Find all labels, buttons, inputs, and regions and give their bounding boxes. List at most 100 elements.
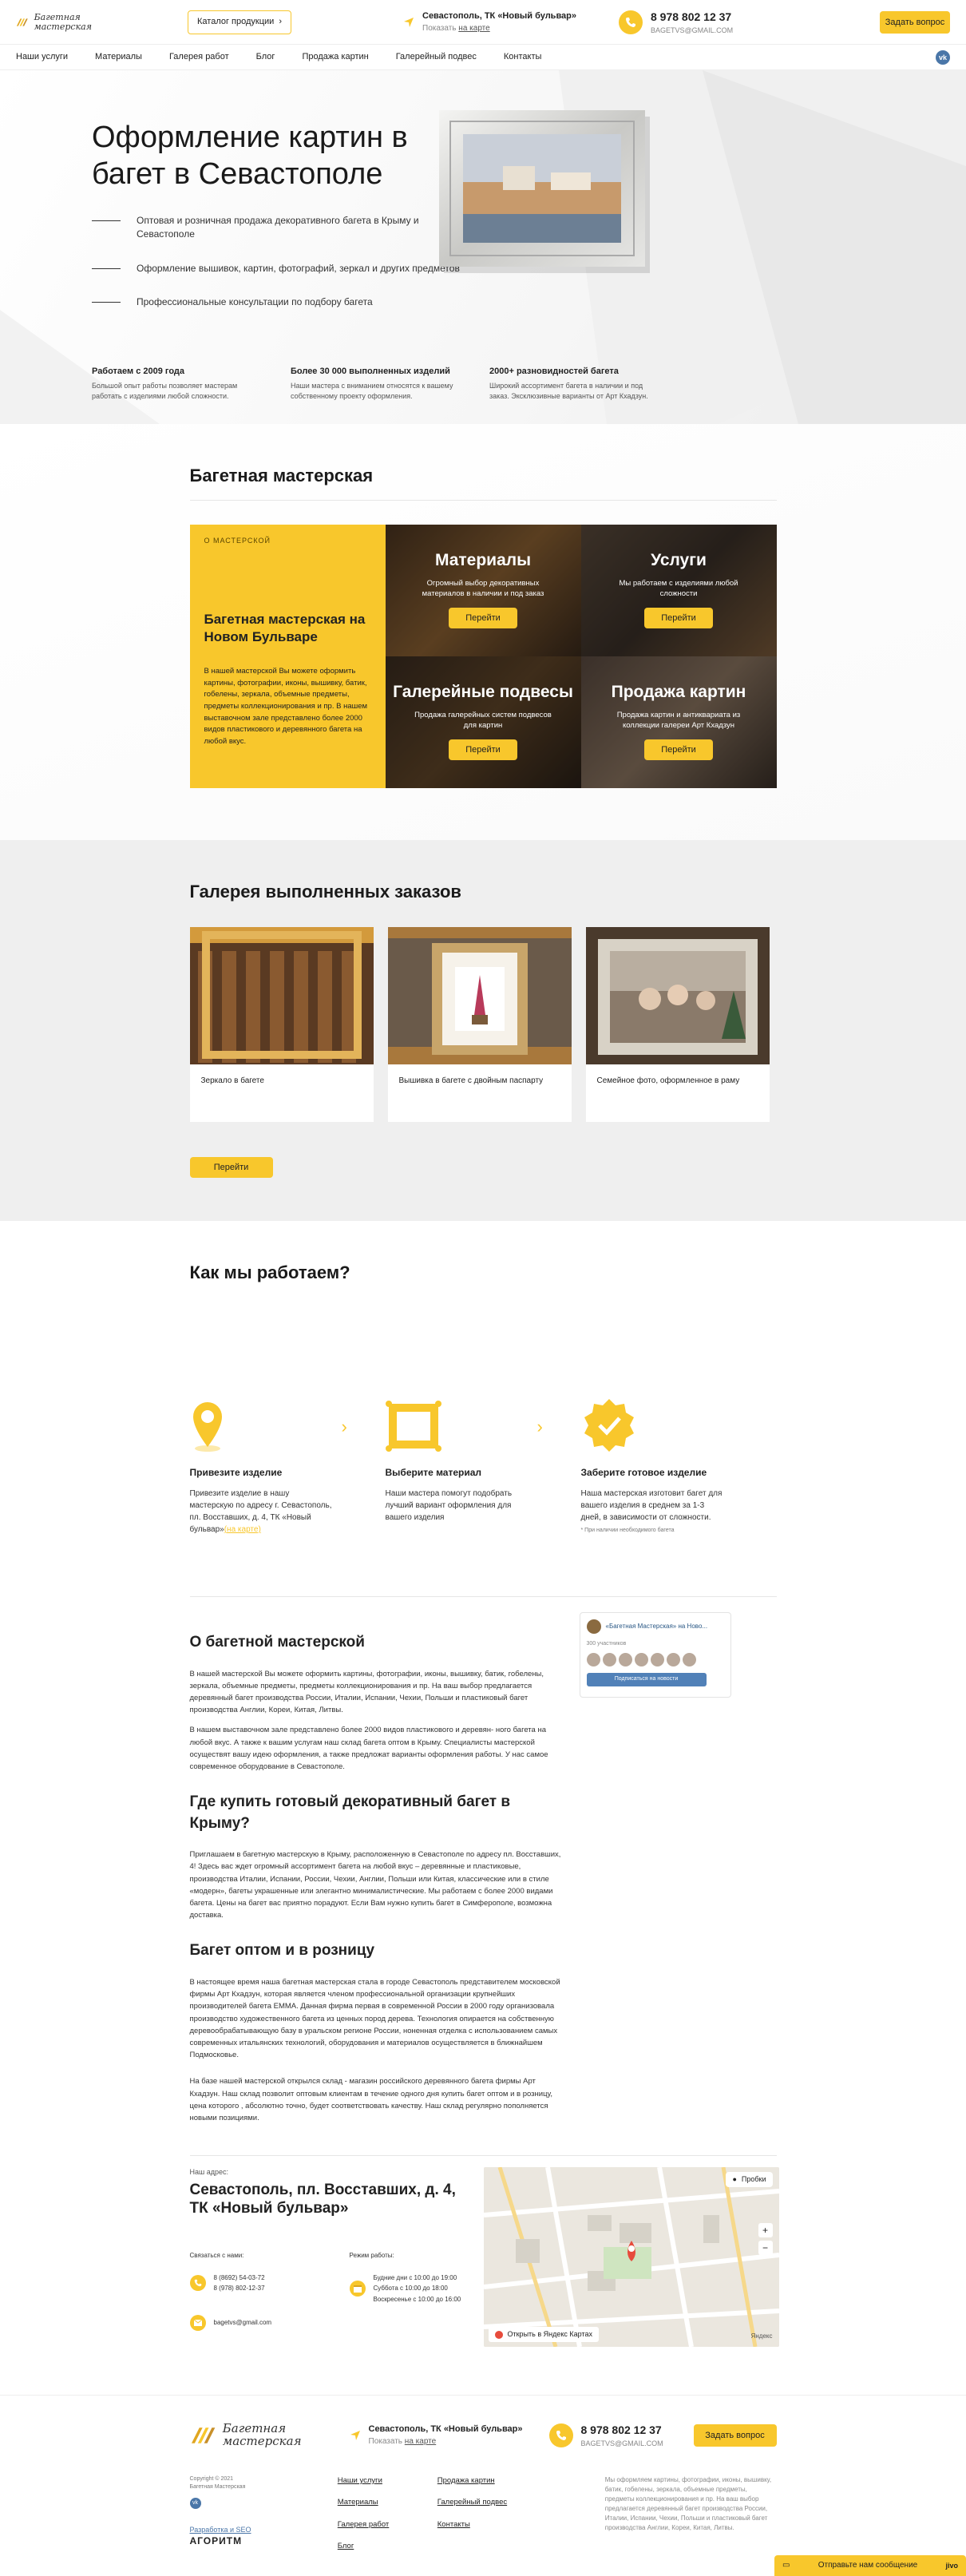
- hero-stat: Работаем с 2009 года Большой опыт работы …: [92, 367, 238, 400]
- calendar-icon: [349, 2281, 366, 2297]
- footer-phone: 8 978 802 12 37 BAGETVS@GMAIL.COM: [548, 2423, 685, 2448]
- gallery-card[interactable]: Семейное фото, оформленное в раму: [585, 926, 770, 1122]
- catalog-button[interactable]: Каталог продукции ›: [188, 10, 291, 34]
- tile-title: Материалы: [434, 550, 532, 569]
- nav-item-services[interactable]: Наши услуги: [16, 51, 68, 63]
- map-zoom-controls: + −: [758, 2223, 773, 2255]
- footer-link-services[interactable]: Наши услуги: [338, 2475, 437, 2486]
- tile-materials[interactable]: Материалы Огромный выбор декоративных ма…: [385, 524, 581, 656]
- tile-title: Услуги: [651, 550, 707, 569]
- framed-painting-image: [439, 110, 650, 273]
- nav-item-hangers[interactable]: Галерейный подвес: [396, 51, 477, 63]
- yandex-map[interactable]: ● Пробки Открыть в Яндекс Картах Яндекс +…: [483, 2167, 779, 2347]
- gallery-card[interactable]: Зеркало в багете: [189, 926, 374, 1122]
- gallery-card-label: Зеркало в багете: [200, 1076, 264, 1085]
- nav-item-paintings[interactable]: Продажа картин: [302, 51, 368, 63]
- map-traffic-button[interactable]: ● Пробки: [726, 2172, 773, 2187]
- step-footnote: * При наличии необходимого багета: [580, 1527, 675, 1533]
- phone-number[interactable]: 8 978 802 12 37: [651, 10, 733, 26]
- tile-paintings[interactable]: Продажа картин Продажа картин и антиквар…: [580, 656, 777, 788]
- logo-line2: мастерская: [34, 22, 92, 32]
- tile-services[interactable]: Услуги Мы работаем с изделиями любой сло…: [580, 524, 777, 656]
- footer-link-blog[interactable]: Блог: [338, 2541, 437, 2551]
- tile-text: Продажа картин и антиквариата из коллекц…: [616, 711, 741, 731]
- address-map-link[interactable]: на карте: [458, 24, 489, 33]
- header-address: Севастополь, ТК «Новый бульвар» Показать…: [403, 10, 603, 34]
- tile-hangers[interactable]: Галерейные подвесы Продажа галерейных си…: [385, 656, 581, 788]
- footer-link-contacts[interactable]: Контакты: [437, 2519, 541, 2530]
- header-phone: 8 978 802 12 37 BAGETVS@GMAIL.COM: [619, 10, 778, 35]
- tile-go-button[interactable]: Перейти: [644, 607, 713, 628]
- gallery-go-button[interactable]: Перейти: [189, 1156, 273, 1178]
- contact-phone2[interactable]: 8 (978) 802-12-37: [214, 2283, 265, 2294]
- vk-icon[interactable]: vk: [936, 50, 950, 65]
- footer-link-gallery[interactable]: Галерея работ: [338, 2519, 437, 2530]
- map-copyright: Яндекс: [750, 2332, 773, 2340]
- contacts-section: Наш адрес: Севастополь, пл. Восставших, …: [0, 2167, 966, 2395]
- contact-label: Связаться с нами:: [189, 2252, 244, 2260]
- vk-icon[interactable]: vk: [189, 2497, 201, 2509]
- ask-question-button[interactable]: Задать вопрос: [880, 11, 950, 34]
- step-title: Выберите материал: [385, 1466, 482, 1478]
- vk-group-name[interactable]: «Багетная Мастерская» на Ново...: [606, 1622, 708, 1631]
- nav-item-materials[interactable]: Материалы: [95, 51, 142, 63]
- hero-bullets: Оптовая и розничная продажа декоративног…: [92, 214, 467, 330]
- wholesale-heading: Багет оптом и в розницу: [189, 1942, 375, 1960]
- nav-item-blog[interactable]: Блог: [256, 51, 275, 63]
- footer-ask-button[interactable]: Задать вопрос: [693, 2424, 777, 2447]
- vk-subscribe-button[interactable]: Подписаться на новости: [586, 1672, 707, 1686]
- gallery-section: Галерея выполненных заказов Зеркало в ба…: [0, 840, 966, 1221]
- tile-text: Мы работаем с изделиями любой сложности: [619, 579, 738, 599]
- footer-logo[interactable]: Багетная мастерская: [190, 2419, 302, 2451]
- how-step: › Выберите материал Наши мастера помогут…: [385, 1397, 581, 1536]
- hours-label: Режим работы:: [349, 2252, 394, 2260]
- hero-stat: Более 30 000 выполненных изделий Наши мас…: [291, 367, 453, 400]
- site-logo[interactable]: Багетная мастерская: [16, 6, 92, 38]
- step-title: Заберите готовое изделие: [580, 1466, 707, 1478]
- tile-go-button[interactable]: Перейти: [449, 739, 517, 760]
- location-arrow-icon: [350, 2430, 360, 2440]
- about-card: О МАСТЕРСКОЙ Багетная мастерская на Ново…: [189, 524, 386, 788]
- tile-go-button[interactable]: Перейти: [449, 607, 517, 628]
- jivo-logo-icon: jivo: [945, 2561, 958, 2570]
- header-email[interactable]: BAGETVS@GMAIL.COM: [651, 26, 733, 36]
- footer-copyright: Copyright © 2021: [189, 2476, 234, 2482]
- yandex-logo-icon: [494, 2330, 503, 2339]
- zoom-out-icon[interactable]: −: [758, 2241, 773, 2255]
- chat-widget-button[interactable]: ▭ Отправьте нам сообщение jivo: [774, 2555, 966, 2576]
- gallery-title: Галерея выполненных заказов: [189, 882, 461, 902]
- logo-line2: мастерская: [222, 2434, 302, 2448]
- where-heading: Где купить готовый декоративный багет в …: [189, 1793, 511, 1832]
- wholesale-paragraph: На базе нашей мастерской открылся склад …: [189, 2077, 552, 2122]
- nav-item-contacts[interactable]: Контакты: [504, 51, 542, 63]
- footer-map-link[interactable]: на карте: [405, 2437, 436, 2446]
- map-open-link[interactable]: Открыть в Яндекс Картах: [488, 2327, 599, 2342]
- about-heading: О багетной мастерской: [189, 1634, 365, 1651]
- hero-title: Оформление картин в багет в Севастополе: [92, 121, 408, 191]
- footer-note: Мы оформляем картины, фотографии, иконы,…: [604, 2476, 772, 2531]
- chat-label: Отправьте нам сообщение: [818, 2561, 918, 2570]
- nav-item-gallery[interactable]: Галерея работ: [169, 51, 229, 63]
- zoom-in-icon[interactable]: +: [758, 2223, 773, 2237]
- phone-icon: [548, 2423, 573, 2447]
- footer-link-materials[interactable]: Материалы: [338, 2497, 437, 2507]
- where-paragraph: Приглашаем в багетную мастерскую в Крыму…: [189, 1850, 561, 1920]
- main-nav: Наши услуги Материалы Галерея работ Блог…: [0, 45, 966, 70]
- footer-link-paintings[interactable]: Продажа картин: [437, 2475, 541, 2486]
- footer-dev-label[interactable]: Разработка и SEO: [190, 2525, 290, 2535]
- tile-go-button[interactable]: Перейти: [644, 739, 713, 760]
- hours-sunday: Воскресенье с 10:00 до 16:00: [373, 2295, 461, 2303]
- contact-phone1[interactable]: 8 (8692) 54-03-72: [214, 2273, 265, 2284]
- step-map-link[interactable]: (на карте): [224, 1525, 261, 1534]
- footer-copyright-name: Багетная Мастерская: [189, 2483, 246, 2490]
- how-step: › Привезите изделие Привезите изделие в …: [190, 1397, 386, 1536]
- gallery-card[interactable]: Вышивка в багете с двойным паспарту: [387, 926, 572, 1122]
- chevron-right-icon: ›: [279, 17, 282, 27]
- footer-link-hangers[interactable]: Галерейный подвес: [437, 2497, 541, 2507]
- badge-check-icon: [584, 1398, 634, 1452]
- hours-saturday: Суббота с 10:00 до 18:00: [373, 2285, 448, 2293]
- footer-address: Севастополь, ТК «Новый бульвар» Показать…: [350, 2423, 549, 2447]
- contact-email[interactable]: bagetvs@gmail.com: [214, 2317, 272, 2328]
- footer-dev-company[interactable]: АГОРИТМ: [190, 2534, 290, 2548]
- tile-title: Галерейные подвесы: [393, 682, 573, 701]
